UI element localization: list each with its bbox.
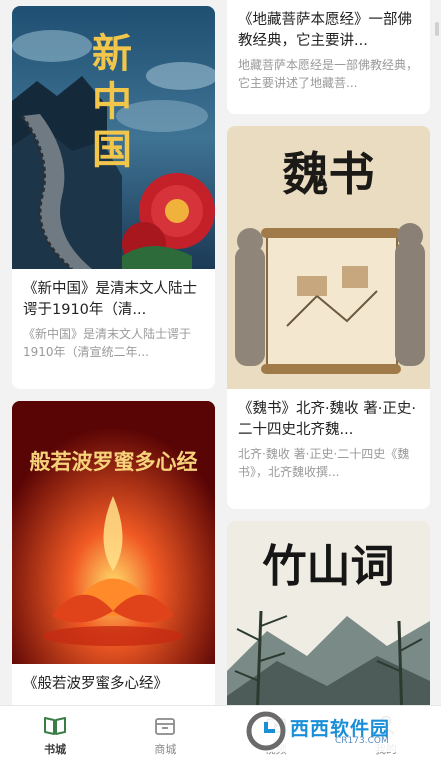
book-description: 《新中国》是清末文人陆士谔于1910年（清宣统二年...: [23, 327, 192, 359]
tab-bookcity[interactable]: 书城: [0, 706, 110, 757]
store-icon: [155, 718, 176, 735]
watermark-logo: 西西软件园 CR173.COM: [240, 710, 425, 752]
book-title: 《地藏菩萨本愿经》一部佛教经典，它主要讲...: [238, 12, 412, 49]
cover-title: 竹山词: [262, 541, 395, 592]
watermark-subtext: CR173.COM: [335, 736, 389, 746]
cover-title: 新中国: [92, 30, 132, 173]
book-title: 《新中国》是清末文人陆士谔于1910年（清...: [23, 281, 197, 318]
book-card-dizang[interactable]: 《地藏菩萨本愿经》一部佛教经典，它主要讲... 地藏菩萨本愿经是一部佛教经典，它…: [227, 0, 430, 114]
tab-label: 书城: [44, 743, 67, 756]
book-card-zhushanci[interactable]: 竹山词: [227, 521, 430, 721]
book-title: 《般若波罗蜜多心经》: [23, 676, 168, 692]
tab-label: 商城: [154, 743, 177, 756]
book-cover: 般若波罗蜜多心经: [12, 401, 215, 664]
scrollbar[interactable]: [435, 22, 439, 36]
book-open-icon: [44, 717, 67, 735]
cover-title: 般若波罗蜜多心经: [29, 449, 198, 474]
book-description: 地藏菩萨本愿经是一部佛教经典，它主要讲述了地藏菩...: [238, 58, 419, 90]
tab-store[interactable]: 商城: [110, 706, 220, 757]
cover-title: 魏书: [282, 147, 375, 201]
book-cover: 竹山词: [227, 521, 430, 721]
book-title: 《魏书》北齐·魏收 著·正史·二十四史北齐魏...: [238, 401, 416, 438]
book-description: 北齐·魏收 著·正史·二十四史《魏书》，北齐魏收撰...: [238, 447, 410, 479]
book-cover: 新中国: [12, 6, 215, 269]
book-card-xinjing[interactable]: 般若波罗蜜多心经 《般若波罗蜜多心经》: [12, 401, 215, 721]
watermark-icon: [246, 711, 286, 751]
book-cover: 魏书: [227, 126, 430, 389]
book-card-xinzhongguo[interactable]: 新中国 《新中国》是清末文人陆士谔于1910年（清... 《新中国》是清末文人陆…: [12, 6, 215, 389]
book-card-weishu[interactable]: 魏书 《魏书》北齐·魏收 著·正史·二十四史北齐魏... 北齐·魏收 著·正史·…: [227, 126, 430, 509]
